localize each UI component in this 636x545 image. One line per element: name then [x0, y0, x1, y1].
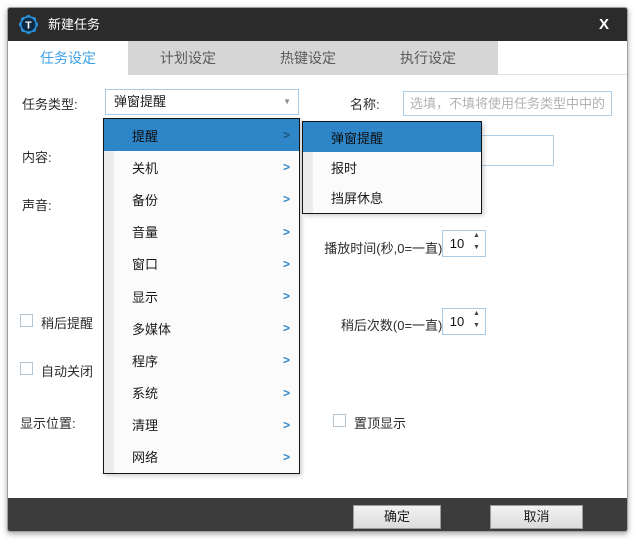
- later-count-input[interactable]: [443, 309, 471, 334]
- spin-up-icon[interactable]: ▲: [470, 310, 483, 322]
- submenu-item-popup-remind[interactable]: 弹窗提醒: [303, 122, 481, 153]
- chevron-right-icon: >: [282, 321, 290, 336]
- menu-item-multimedia[interactable]: 多媒体 >: [104, 312, 299, 344]
- spin-down-icon[interactable]: ▼: [470, 244, 483, 256]
- tab-strip: 任务设定 计划设定 热键设定 执行设定: [8, 41, 627, 75]
- chevron-right-icon: >: [282, 256, 290, 271]
- position-label: 显示位置:: [20, 416, 76, 431]
- submenu-item-label: 挡屏休息: [331, 191, 384, 207]
- menu-item-label: 程序: [132, 353, 159, 369]
- later-remind-label: 稍后提醒: [41, 316, 94, 331]
- menu-item-label: 关机: [132, 160, 159, 176]
- chevron-right-icon: >: [282, 385, 290, 400]
- chevron-right-icon: >: [282, 192, 290, 207]
- later-count-label: 稍后次数(0=一直):: [340, 318, 446, 333]
- chevron-right-icon: >: [282, 353, 290, 368]
- menu-item-backup[interactable]: 备份 >: [104, 183, 299, 215]
- play-time-spinner: ▲ ▼: [442, 230, 486, 257]
- menu-item-label: 备份: [132, 192, 159, 208]
- chevron-right-icon: >: [282, 417, 290, 432]
- tab-strip-filler: [488, 41, 498, 75]
- dropdown-arrow-icon: ▼: [283, 97, 291, 106]
- menu-item-label: 窗口: [132, 257, 159, 273]
- play-time-spin-buttons: ▲ ▼: [470, 231, 483, 256]
- submenu-item-label: 弹窗提醒: [331, 130, 384, 146]
- task-type-label: 任务类型:: [22, 97, 78, 112]
- chevron-right-icon: >: [282, 128, 290, 143]
- submenu-item-screen-rest[interactable]: 挡屏休息: [303, 183, 481, 213]
- submenu-item-label: 报时: [331, 160, 358, 176]
- task-type-select[interactable]: 弹窗提醒 ▼: [105, 89, 299, 115]
- chevron-right-icon: >: [282, 449, 290, 464]
- menu-item-cleanup[interactable]: 清理 >: [104, 409, 299, 441]
- menu-item-label: 多媒体: [132, 321, 172, 337]
- new-task-dialog: T 新建任务 X 任务设定 计划设定 热键设定 执行设定 任务类型: 弹窗提醒 …: [7, 7, 628, 532]
- task-type-value: 弹窗提醒: [114, 94, 167, 109]
- tab-task-settings[interactable]: 任务设定: [8, 41, 128, 75]
- task-settings-panel: 任务类型: 弹窗提醒 ▼ 名称: 内容: 声音: 播放时间(秒,0=一直): ▲…: [8, 75, 627, 498]
- chevron-right-icon: >: [282, 289, 290, 304]
- menu-item-display[interactable]: 显示 >: [104, 280, 299, 312]
- menu-item-window[interactable]: 窗口 >: [104, 248, 299, 280]
- menu-item-label: 系统: [132, 386, 159, 402]
- tab-run-settings[interactable]: 执行设定: [368, 41, 488, 75]
- submenu-item-time-announce[interactable]: 报时: [303, 152, 481, 182]
- ok-button[interactable]: 确定: [353, 505, 441, 529]
- menu-item-system[interactable]: 系统 >: [104, 377, 299, 409]
- auto-close-checkbox[interactable]: [20, 362, 33, 375]
- footer-bar: 确定 取消: [8, 498, 627, 531]
- later-count-spinner: ▲ ▼: [442, 308, 486, 335]
- sound-label: 声音:: [22, 198, 52, 213]
- topmost-checkbox[interactable]: [333, 414, 346, 427]
- auto-close-label: 自动关闭: [41, 364, 94, 379]
- titlebar: T 新建任务 X: [8, 8, 627, 41]
- cancel-button[interactable]: 取消: [490, 505, 583, 529]
- menu-item-label: 显示: [132, 289, 159, 305]
- tab-hotkey-settings[interactable]: 热键设定: [248, 41, 368, 75]
- menu-item-label: 音量: [132, 225, 159, 241]
- spin-down-icon[interactable]: ▼: [470, 322, 483, 334]
- menu-item-volume[interactable]: 音量 >: [104, 216, 299, 248]
- close-icon[interactable]: X: [591, 8, 617, 41]
- name-input[interactable]: [403, 91, 612, 116]
- menu-item-shutdown[interactable]: 关机 >: [104, 151, 299, 183]
- spin-up-icon[interactable]: ▲: [470, 232, 483, 244]
- menu-item-network[interactable]: 网络 >: [104, 441, 299, 473]
- window-title: 新建任务: [48, 17, 101, 32]
- task-type-menu: 提醒 > 关机 > 备份 > 音量 > 窗口 > 显示 > 多媒体 > 程序 >…: [103, 118, 300, 474]
- play-time-input[interactable]: [443, 231, 471, 256]
- chevron-right-icon: >: [282, 160, 290, 175]
- name-label: 名称:: [350, 97, 380, 112]
- content-label: 内容:: [22, 150, 52, 165]
- chevron-right-icon: >: [282, 224, 290, 239]
- app-logo-icon: T: [18, 14, 39, 35]
- topmost-label: 置顶显示: [354, 416, 407, 431]
- later-count-spin-buttons: ▲ ▼: [470, 309, 483, 334]
- menu-item-label: 清理: [132, 418, 159, 434]
- menu-item-label: 网络: [132, 450, 159, 466]
- later-remind-checkbox[interactable]: [20, 314, 33, 327]
- remind-submenu: 弹窗提醒 报时 挡屏休息: [302, 121, 482, 214]
- tab-plan-settings[interactable]: 计划设定: [128, 41, 248, 75]
- menu-item-label: 提醒: [132, 128, 159, 144]
- menu-item-program[interactable]: 程序 >: [104, 344, 299, 376]
- play-time-label: 播放时间(秒,0=一直):: [324, 241, 446, 256]
- menu-item-remind[interactable]: 提醒 >: [104, 119, 299, 152]
- svg-text:T: T: [25, 20, 32, 32]
